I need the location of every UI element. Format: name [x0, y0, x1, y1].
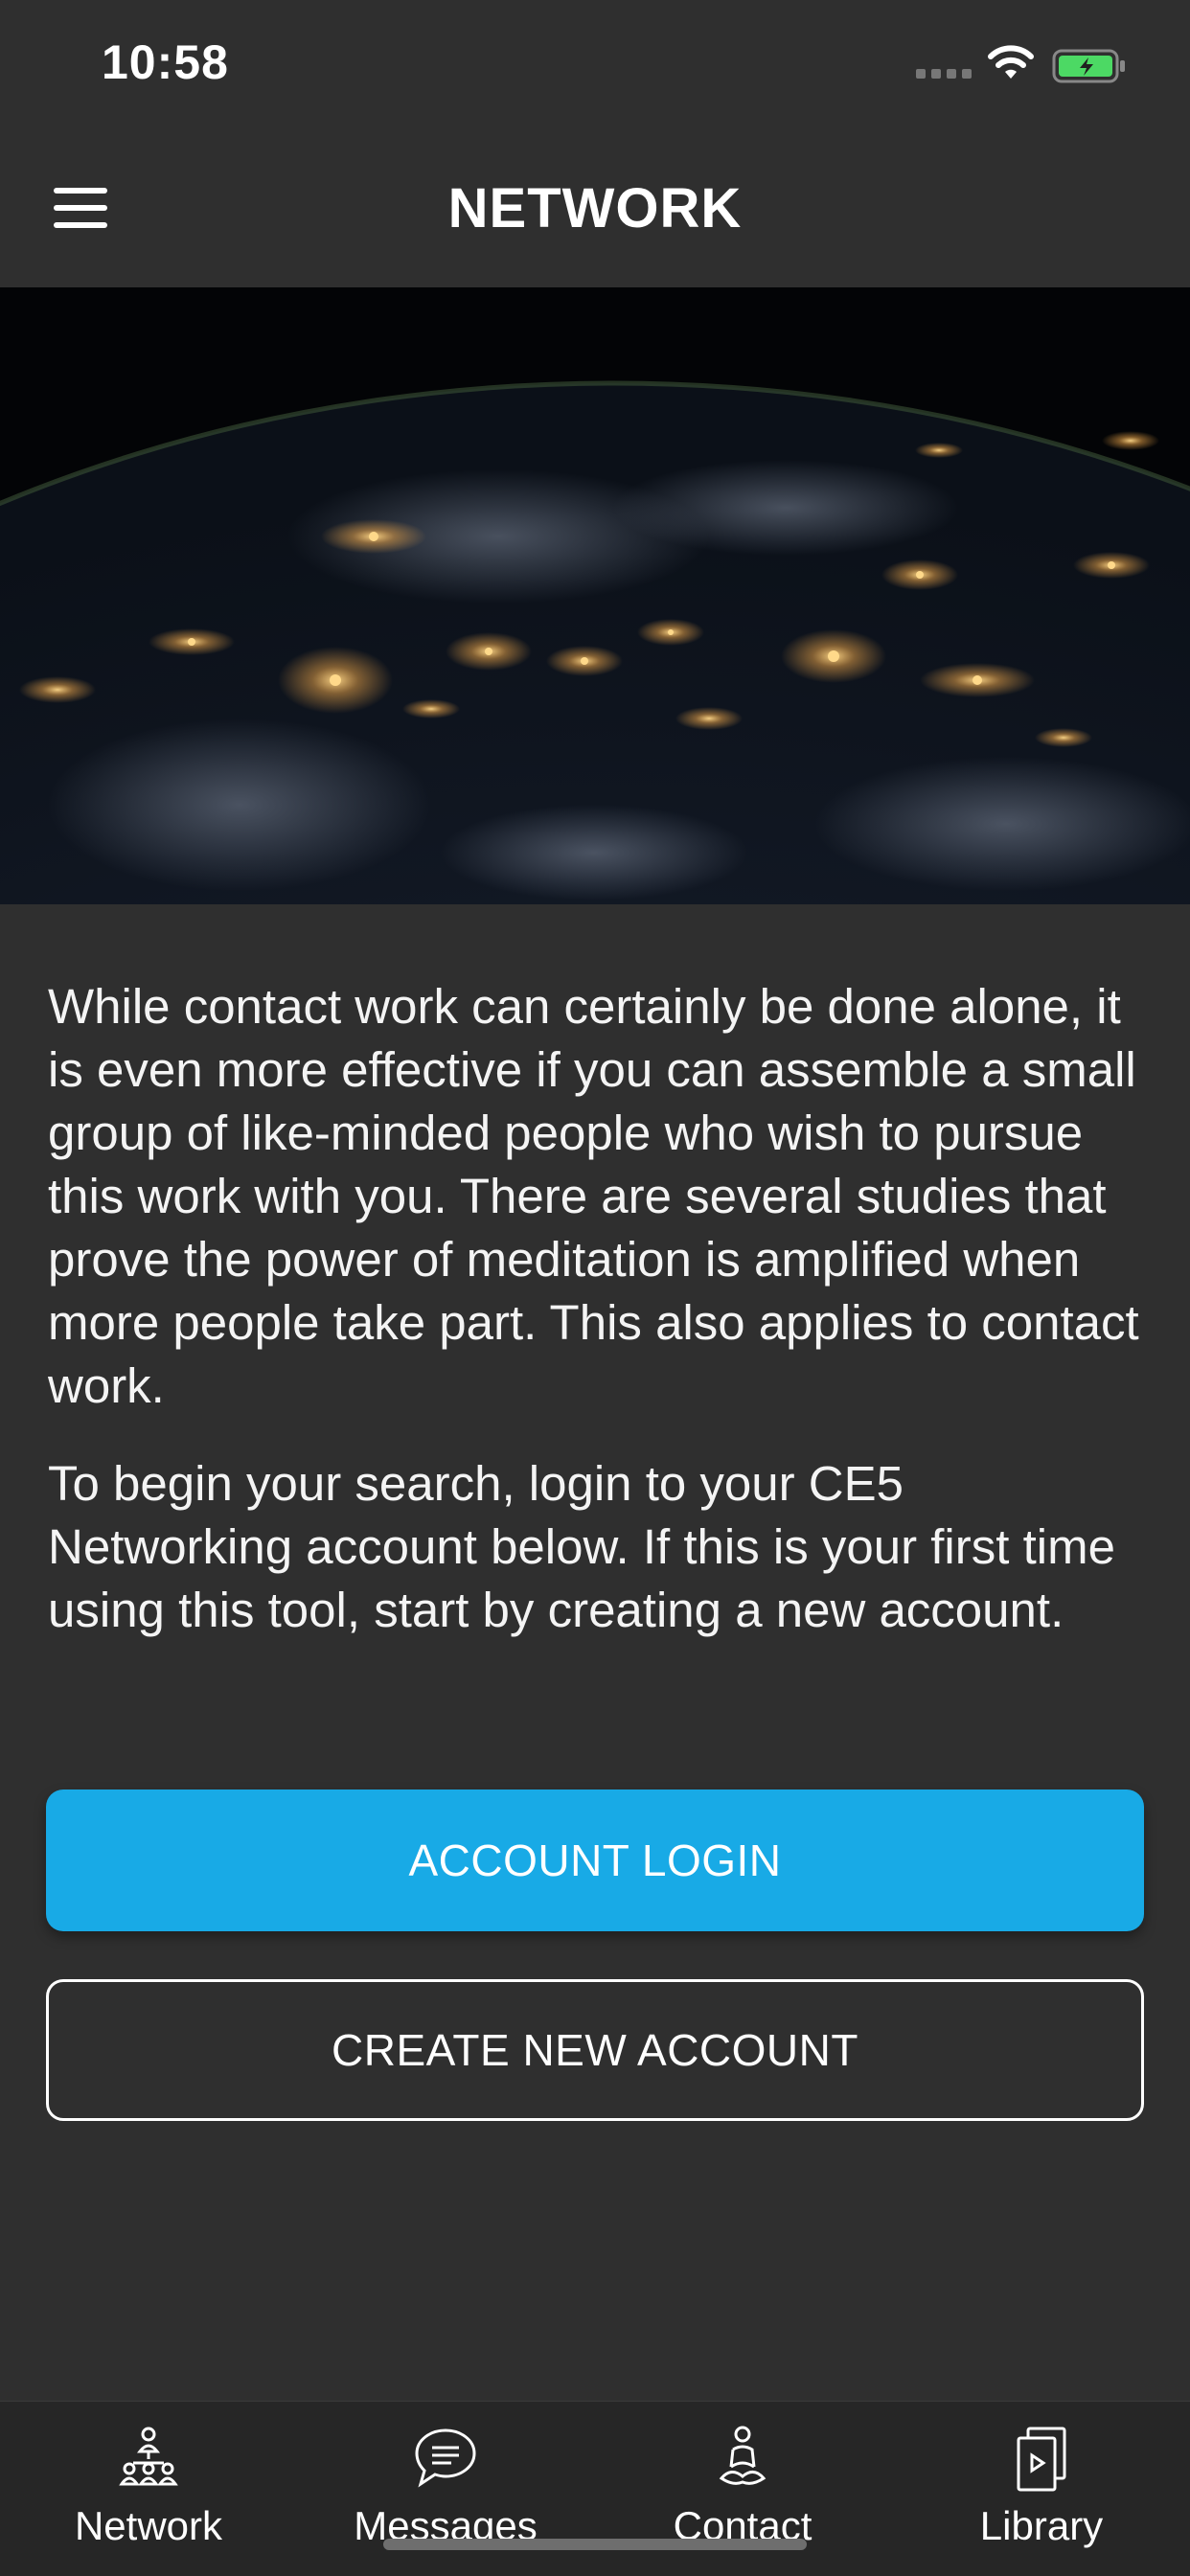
hero-image-earth-at-night — [0, 287, 1190, 904]
status-time: 10:58 — [102, 35, 229, 89]
intro-text: While contact work can certainly be done… — [48, 975, 1150, 1642]
meditation-person-icon — [719, 2426, 767, 2485]
home-indicator — [383, 2539, 807, 2550]
tab-network-label: Network — [74, 2503, 223, 2548]
cellular-signal-icon — [916, 69, 972, 79]
intro-paragraph: While contact work can certainly be done… — [48, 979, 1139, 1413]
network-people-icon — [119, 2427, 178, 2486]
instructions-paragraph: To begin your search, login to your CE5 … — [48, 1456, 1115, 1637]
battery-charging-icon — [1052, 49, 1125, 83]
page-title: NETWORK — [447, 177, 743, 239]
status-bar: 10:58 — [0, 0, 1190, 134]
wifi-icon — [988, 45, 1034, 79]
tab-library-label: Library — [979, 2503, 1104, 2548]
chat-bubble-icon — [415, 2428, 476, 2488]
account-login-button[interactable]: ACCOUNT LOGIN — [46, 1790, 1144, 1931]
app-header: NETWORK — [0, 134, 1190, 287]
video-library-icon — [1017, 2427, 1066, 2492]
create-new-account-button[interactable]: CREATE NEW ACCOUNT — [46, 1979, 1144, 2121]
tab-library[interactable]: Library — [893, 2402, 1190, 2576]
tab-network[interactable]: Network — [0, 2402, 297, 2576]
